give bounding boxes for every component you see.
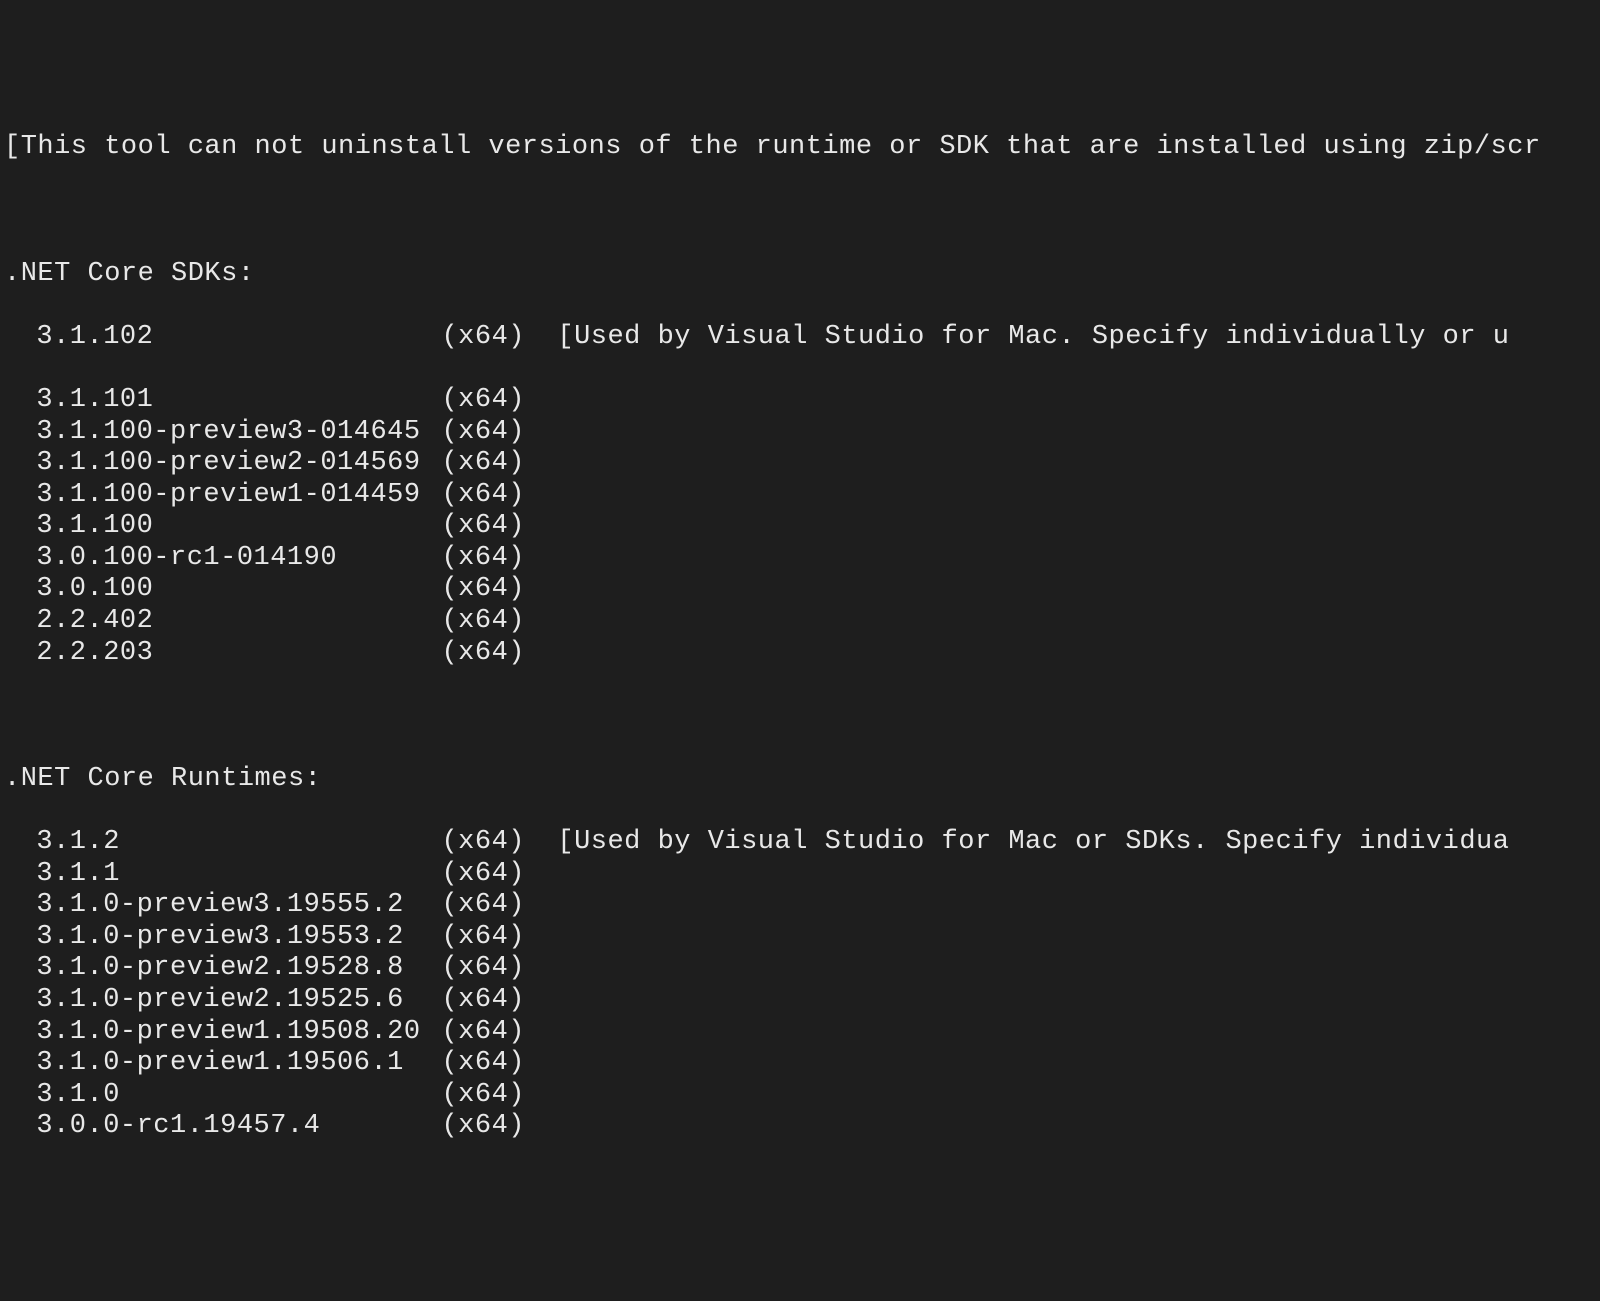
runtime-row: 3.1.2(x64)[Used by Visual Studio for Mac… xyxy=(4,827,1596,859)
arch-text: (x64) xyxy=(441,859,525,891)
runtime-row: 3.1.0-preview1.19508.20(x64) xyxy=(4,1017,1596,1049)
version-text: 3.1.100-preview3-014645 xyxy=(4,417,441,449)
usage-note: [Used by Visual Studio for Mac or SDKs. … xyxy=(525,827,1509,859)
version-text: 3.0.0-rc1.19457.4 xyxy=(4,1111,441,1143)
arch-text: (x64) xyxy=(441,574,525,606)
sdk-row: 3.1.101(x64) xyxy=(4,385,1596,417)
version-text: 3.1.0-preview3.19555.2 xyxy=(4,890,441,922)
runtime-row: 3.1.1(x64) xyxy=(4,859,1596,891)
usage-note: [Used by Visual Studio for Mac. Specify … xyxy=(525,322,1509,354)
version-text: 3.1.100-preview2-014569 xyxy=(4,448,441,480)
arch-text: (x64) xyxy=(441,922,525,954)
arch-text: (x64) xyxy=(441,1017,525,1049)
arch-text: (x64) xyxy=(441,1080,525,1112)
arch-text: (x64) xyxy=(441,417,525,449)
runtime-row: 3.1.0-preview2.19528.8(x64) xyxy=(4,953,1596,985)
arch-text: (x64) xyxy=(441,480,525,512)
version-text: 3.1.0-preview3.19553.2 xyxy=(4,922,441,954)
runtime-row: 3.0.0-rc1.19457.4(x64) xyxy=(4,1111,1596,1143)
runtime-row: 3.1.0-preview1.19506.1(x64) xyxy=(4,1048,1596,1080)
arch-text: (x64) xyxy=(441,985,525,1017)
version-text: 2.2.402 xyxy=(4,606,441,638)
version-text: 3.1.2 xyxy=(4,827,441,859)
sdk-row: 3.1.100-preview3-014645(x64) xyxy=(4,417,1596,449)
runtime-list: 3.1.2(x64)[Used by Visual Studio for Mac… xyxy=(4,827,1596,1143)
sdk-row: 3.1.102(x64)[Used by Visual Studio for M… xyxy=(4,322,1596,354)
version-text: 3.1.0 xyxy=(4,1080,441,1112)
version-text: 3.1.0-preview2.19528.8 xyxy=(4,953,441,985)
arch-text: (x64) xyxy=(441,511,525,543)
version-text: 3.1.101 xyxy=(4,385,441,417)
version-text: 3.1.102 xyxy=(4,322,441,354)
arch-text: (x64) xyxy=(441,1048,525,1080)
sdk-section-header: .NET Core SDKs: xyxy=(4,259,1596,291)
blank-line xyxy=(4,353,1596,385)
sdk-row: 3.1.100(x64) xyxy=(4,511,1596,543)
arch-text: (x64) xyxy=(441,385,525,417)
runtime-row: 3.1.0-preview3.19555.2(x64) xyxy=(4,890,1596,922)
arch-text: (x64) xyxy=(441,448,525,480)
runtime-section-header: .NET Core Runtimes: xyxy=(4,764,1596,796)
version-text: 3.0.100-rc1-014190 xyxy=(4,543,441,575)
arch-text: (x64) xyxy=(441,638,525,670)
arch-text: (x64) xyxy=(441,827,525,859)
runtime-row: 3.1.0-preview3.19553.2(x64) xyxy=(4,922,1596,954)
arch-text: (x64) xyxy=(441,1111,525,1143)
version-text: 3.1.0-preview1.19506.1 xyxy=(4,1048,441,1080)
version-text: 3.0.100 xyxy=(4,574,441,606)
version-text: 3.1.0-preview2.19525.6 xyxy=(4,985,441,1017)
sdk-list: 3.1.102(x64)[Used by Visual Studio for M… xyxy=(4,322,1596,669)
arch-text: (x64) xyxy=(441,543,525,575)
blank-line xyxy=(4,195,1596,227)
sdk-row: 3.1.100-preview2-014569(x64) xyxy=(4,448,1596,480)
version-text: 3.1.100-preview1-014459 xyxy=(4,480,441,512)
version-text: 3.1.0-preview1.19508.20 xyxy=(4,1017,441,1049)
version-text: 3.1.100 xyxy=(4,511,441,543)
arch-text: (x64) xyxy=(441,322,525,354)
tool-notice: [This tool can not uninstall versions of… xyxy=(4,132,1596,164)
blank-line xyxy=(4,701,1596,733)
arch-text: (x64) xyxy=(441,890,525,922)
sdk-row: 3.1.100-preview1-014459(x64) xyxy=(4,480,1596,512)
sdk-row: 2.2.203(x64) xyxy=(4,638,1596,670)
version-text: 2.2.203 xyxy=(4,638,441,670)
arch-text: (x64) xyxy=(441,606,525,638)
runtime-row: 3.1.0-preview2.19525.6(x64) xyxy=(4,985,1596,1017)
runtime-row: 3.1.0(x64) xyxy=(4,1080,1596,1112)
sdk-row: 2.2.402(x64) xyxy=(4,606,1596,638)
version-text: 3.1.1 xyxy=(4,859,441,891)
sdk-row: 3.0.100(x64) xyxy=(4,574,1596,606)
arch-text: (x64) xyxy=(441,953,525,985)
sdk-row: 3.0.100-rc1-014190(x64) xyxy=(4,543,1596,575)
